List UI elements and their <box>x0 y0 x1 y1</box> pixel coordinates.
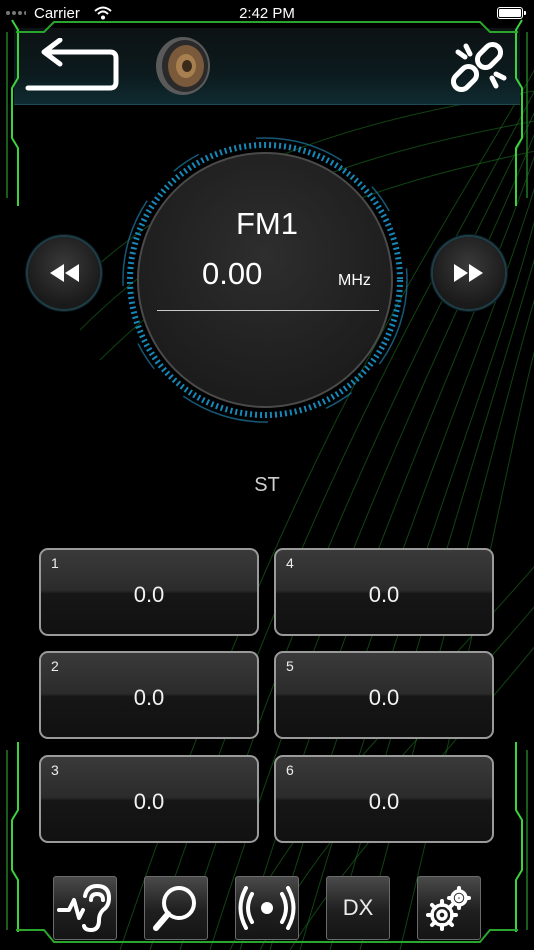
back-button[interactable] <box>24 37 120 94</box>
broken-link-icon <box>450 41 507 93</box>
preset-number: 1 <box>51 555 59 571</box>
preset-button-5[interactable]: 5 0.0 <box>274 651 494 739</box>
seek-back-button[interactable] <box>28 237 100 309</box>
link-button[interactable] <box>446 36 512 96</box>
search-icon <box>153 886 196 931</box>
preset-button-2[interactable]: 2 0.0 <box>39 651 259 739</box>
frequency-unit: MHz <box>338 272 371 289</box>
frame-decoration-right-bottom <box>515 742 528 932</box>
frame-decoration-left-top <box>6 19 19 206</box>
stereo-indicator: ST <box>254 474 280 496</box>
audio-settings-button[interactable] <box>53 876 117 940</box>
preset-button-4[interactable]: 4 0.0 <box>274 548 494 636</box>
preset-frequency: 0.0 <box>368 582 400 607</box>
preset-frequency: 0.0 <box>133 582 165 607</box>
fast-forward-icon <box>454 264 483 282</box>
band-label: FM1 <box>236 206 298 241</box>
rewind-icon <box>50 264 79 282</box>
preset-button-3[interactable]: 3 0.0 <box>39 755 259 843</box>
preset-frequency: 0.0 <box>133 685 165 710</box>
frequency-display: 0.00 <box>202 256 263 291</box>
gear-icon <box>426 886 471 931</box>
seek-forward-button[interactable] <box>433 237 505 309</box>
broadcast-icon <box>238 886 296 930</box>
dx-button[interactable]: DX <box>326 876 390 940</box>
preset-number: 3 <box>51 762 59 778</box>
dial-divider <box>157 310 379 311</box>
ear-waveform-icon <box>57 884 111 932</box>
preset-number: 6 <box>286 762 294 778</box>
speaker-icon <box>156 37 210 95</box>
preset-number: 5 <box>286 658 294 674</box>
speaker-button[interactable] <box>154 36 212 96</box>
preset-button-6[interactable]: 6 0.0 <box>274 755 494 843</box>
frame-corner-top <box>16 21 518 33</box>
broadcast-button[interactable] <box>235 876 299 940</box>
back-arrow-icon <box>25 37 119 91</box>
preset-button-1[interactable]: 1 0.0 <box>39 548 259 636</box>
preset-number: 2 <box>51 658 59 674</box>
preset-number: 4 <box>286 555 294 571</box>
preset-frequency: 0.0 <box>133 789 165 814</box>
preset-frequency: 0.0 <box>368 685 400 710</box>
frame-decoration-left-bottom <box>6 742 19 932</box>
search-button[interactable] <box>144 876 208 940</box>
settings-button[interactable] <box>417 876 481 940</box>
frame-decoration-right-top <box>515 19 528 206</box>
preset-frequency: 0.0 <box>368 789 400 814</box>
